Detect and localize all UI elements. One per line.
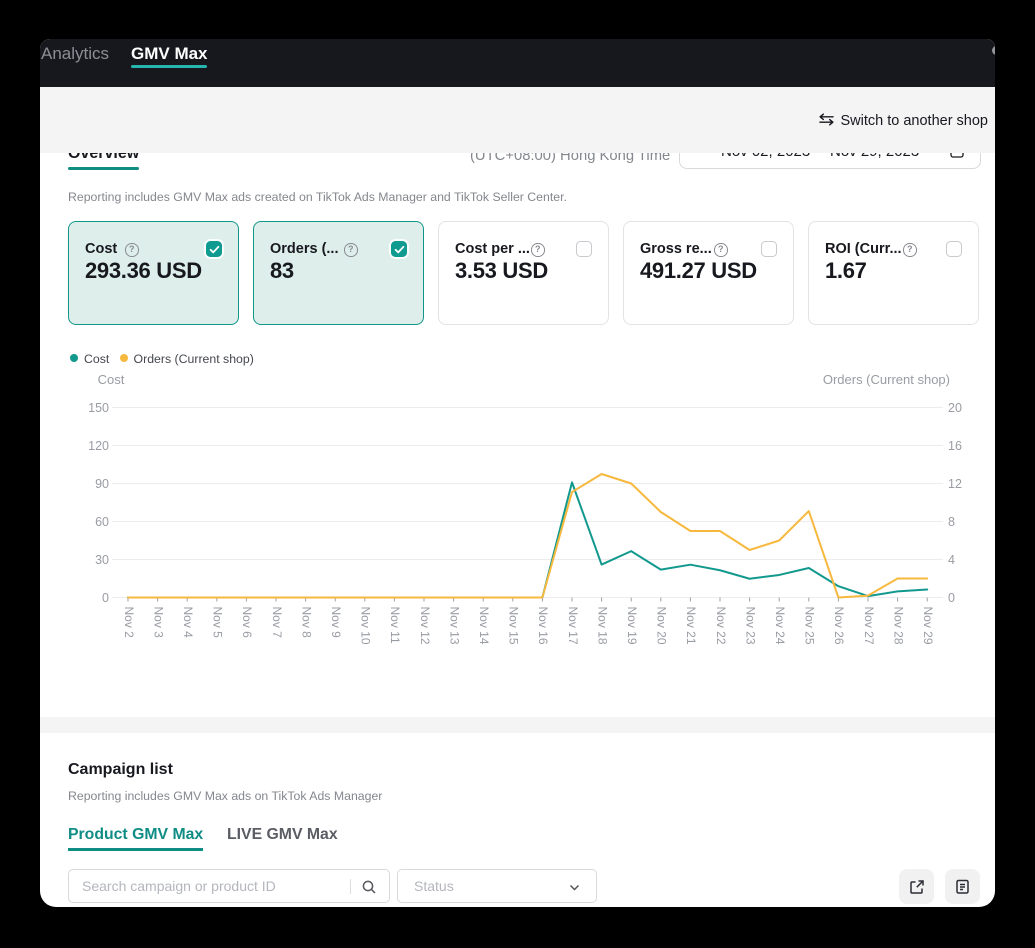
svg-text:90: 90 (95, 477, 109, 491)
svg-text:Nov 28: Nov 28 (891, 607, 905, 645)
svg-text:0: 0 (948, 591, 955, 605)
svg-text:12: 12 (948, 477, 962, 491)
svg-text:Nov 17: Nov 17 (566, 607, 580, 645)
svg-text:Nov 21: Nov 21 (684, 607, 698, 645)
svg-text:150: 150 (88, 401, 109, 415)
svg-text:Nov 22: Nov 22 (714, 607, 728, 645)
svg-text:Nov 25: Nov 25 (803, 607, 817, 645)
svg-text:Nov 3: Nov 3 (151, 607, 165, 639)
svg-text:8: 8 (948, 515, 955, 529)
svg-text:Nov 12: Nov 12 (418, 607, 432, 645)
svg-text:Nov 11: Nov 11 (388, 607, 402, 644)
svg-text:Nov 23: Nov 23 (743, 607, 757, 645)
svg-text:4: 4 (948, 553, 955, 567)
svg-text:Nov 19: Nov 19 (625, 607, 639, 645)
svg-text:60: 60 (95, 515, 109, 529)
svg-text:30: 30 (95, 553, 109, 567)
svg-text:Nov 4: Nov 4 (181, 607, 195, 639)
svg-text:Cost: Cost (98, 372, 125, 387)
svg-text:Nov 24: Nov 24 (773, 607, 787, 645)
svg-text:Nov 5: Nov 5 (211, 607, 225, 639)
svg-text:Nov 6: Nov 6 (240, 607, 254, 639)
svg-text:Nov 9: Nov 9 (329, 607, 343, 639)
svg-text:Nov 10: Nov 10 (359, 607, 373, 645)
svg-text:20: 20 (948, 401, 962, 415)
svg-text:Nov 15: Nov 15 (507, 607, 521, 645)
svg-text:Nov 14: Nov 14 (477, 607, 491, 645)
svg-text:Nov 16: Nov 16 (536, 607, 550, 645)
svg-text:120: 120 (88, 439, 109, 453)
svg-text:Nov 18: Nov 18 (595, 607, 609, 645)
svg-text:Nov 29: Nov 29 (921, 607, 935, 645)
svg-text:Orders (Current shop): Orders (Current shop) (823, 372, 950, 387)
svg-text:Nov 8: Nov 8 (299, 607, 313, 639)
svg-text:Nov 7: Nov 7 (270, 607, 284, 639)
svg-text:Nov 20: Nov 20 (655, 607, 669, 645)
svg-text:Nov 26: Nov 26 (832, 607, 846, 645)
svg-text:Nov 27: Nov 27 (862, 607, 876, 645)
svg-text:0: 0 (102, 591, 109, 605)
svg-text:16: 16 (948, 439, 962, 453)
svg-text:Nov 13: Nov 13 (447, 607, 461, 645)
svg-text:Nov 2: Nov 2 (122, 607, 136, 639)
